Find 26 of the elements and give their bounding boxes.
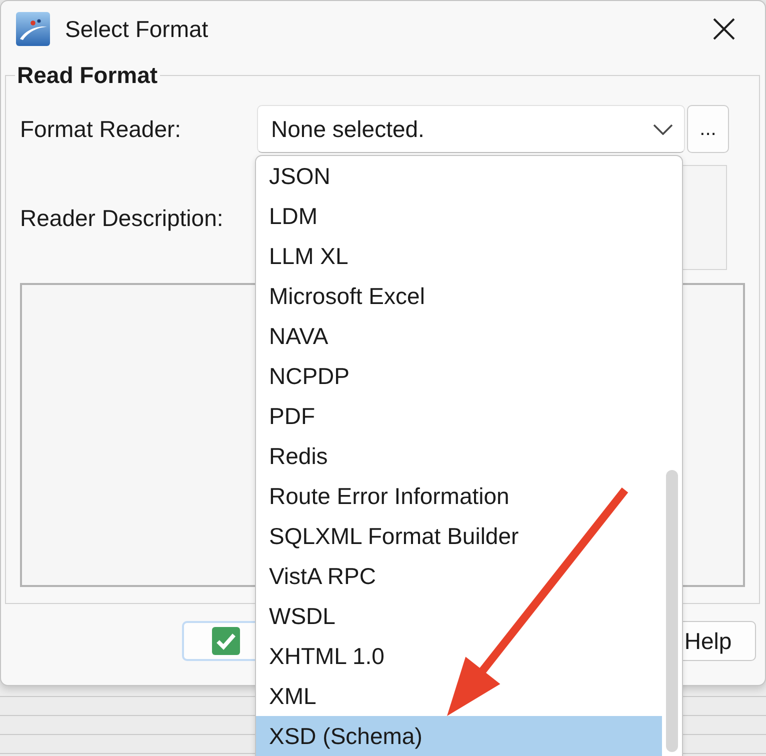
dropdown-item[interactable]: LDM (256, 196, 662, 236)
close-icon (713, 18, 735, 40)
app-logo-icon (16, 12, 50, 46)
dropdown-item[interactable]: XSD (Schema) (256, 716, 662, 756)
dropdown-item[interactable]: JSON (256, 156, 662, 196)
format-reader-label: Format Reader: (20, 115, 182, 143)
group-title: Read Format (16, 62, 159, 88)
dropdown-item[interactable]: Redis (256, 436, 662, 476)
browse-button[interactable]: ... (687, 105, 729, 153)
format-reader-dropdown[interactable]: None selected. (257, 105, 685, 153)
checkmark-icon (212, 627, 240, 655)
dropdown-item[interactable]: NAVA (256, 316, 662, 356)
dropdown-item[interactable]: Microsoft Excel (256, 276, 662, 316)
chevron-down-icon (653, 124, 673, 134)
scrollbar-thumb[interactable] (666, 470, 678, 752)
dropdown-item[interactable]: NCPDP (256, 356, 662, 396)
dropdown-item[interactable]: Route Error Information (256, 476, 662, 516)
dropdown-item[interactable]: WSDL (256, 596, 662, 636)
reader-description-label: Reader Description: (20, 204, 224, 232)
dropdown-item[interactable]: VistA RPC (256, 556, 662, 596)
dropdown-item[interactable]: XHTML 1.0 (256, 636, 662, 676)
dropdown-item[interactable]: XML (256, 676, 662, 716)
dropdown-item[interactable]: SQLXML Format Builder (256, 516, 662, 556)
dropdown-item[interactable]: PDF (256, 396, 662, 436)
dropdown-item[interactable]: LLM XL (256, 236, 662, 276)
window-title: Select Format (65, 14, 208, 42)
